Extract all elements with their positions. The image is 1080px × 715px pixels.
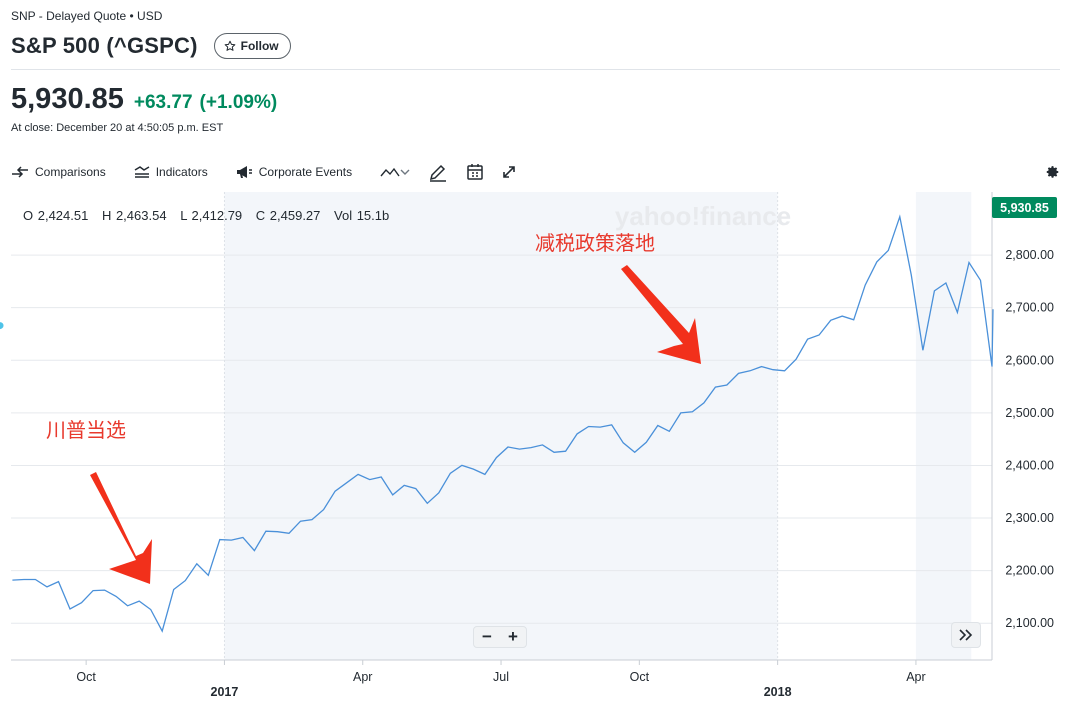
ohlc-high: H 2,463.54 xyxy=(101,208,167,223)
red-arrow-trump xyxy=(90,472,152,584)
x-tick-label: Jul xyxy=(493,670,509,684)
ohlc-readout: O 2,424.51 H 2,463.54 L 2,412.79 C 2,459… xyxy=(23,208,398,223)
ohlc-low: L 2,412.79 xyxy=(180,208,243,223)
megaphone-icon xyxy=(236,166,252,178)
y-tick-label: 2,600.00 xyxy=(1005,353,1054,367)
annotation-trump-elected: 川普当选 xyxy=(46,420,126,442)
ohlc-open: O 2,424.51 xyxy=(23,208,89,223)
quote-change: +63.77 xyxy=(133,92,193,113)
quote-row: 5,930.85 +63.77 (+1.09%) xyxy=(11,83,277,116)
y-tick-label: 2,800.00 xyxy=(1005,248,1054,262)
y-tick-label: 2,300.00 xyxy=(1005,511,1054,525)
last-price-dot xyxy=(0,322,4,330)
chart-area[interactable]: yahoo!finance 2,100.00 2,200.00 2,300.00 2,… xyxy=(0,192,1080,715)
x-tick-label: Apr xyxy=(906,670,925,684)
x-tick-label: 2018 xyxy=(764,685,792,699)
line-chart-type-icon xyxy=(380,167,400,177)
page-title: S&P 500 (^GSPC) xyxy=(11,33,198,58)
comparisons-button[interactable]: Comparisons xyxy=(11,158,106,186)
close-timestamp: At close: December 20 at 4:50:05 p.m. ES… xyxy=(11,122,224,134)
draw-button[interactable] xyxy=(428,158,448,186)
annotation-tax-cut: 减税政策落地 xyxy=(535,233,655,255)
zoom-out-button[interactable]: − xyxy=(475,628,499,646)
comparisons-label: Comparisons xyxy=(35,165,106,179)
calendar-icon xyxy=(467,164,483,180)
chevron-down-icon xyxy=(400,169,410,175)
gear-icon xyxy=(1046,166,1059,178)
x-tick-label: Oct xyxy=(630,670,650,684)
y-tick-label: 2,400.00 xyxy=(1005,458,1054,472)
y-tick-label: 2,700.00 xyxy=(1005,301,1054,315)
scroll-to-latest-button[interactable] xyxy=(951,622,981,648)
title-row: S&P 500 (^GSPC) Follow xyxy=(11,33,291,59)
corporate-events-label: Corporate Events xyxy=(258,165,353,179)
follow-label: Follow xyxy=(240,39,279,53)
price-chart[interactable]: yahoo!finance 2,100.002,200.002,300.002,… xyxy=(0,192,1080,715)
calendar-button[interactable] xyxy=(466,158,484,186)
chart-toolbar: Comparisons Indicators Corporate Events xyxy=(11,158,1060,186)
double-chevron-right-icon xyxy=(959,629,973,641)
indicators-label: Indicators xyxy=(155,165,208,179)
exchange-info: SNP - Delayed Quote • USD xyxy=(11,9,163,23)
star-icon xyxy=(224,40,235,51)
zoom-in-button[interactable]: + xyxy=(501,628,525,646)
header-divider xyxy=(11,69,1060,70)
y-tick-label: 2,100.00 xyxy=(1005,616,1054,630)
indicators-icon xyxy=(134,166,150,178)
settings-button[interactable] xyxy=(1046,158,1060,186)
x-tick-label: Apr xyxy=(353,670,372,684)
quote-change-percent: (+1.09%) xyxy=(199,92,278,113)
comparisons-icon xyxy=(12,166,28,178)
zoom-control: − + xyxy=(473,626,527,648)
ohlc-close: C 2,459.27 xyxy=(255,208,321,223)
price-badge-label: 5,930.85 xyxy=(1000,201,1049,215)
ohlc-volume: Vol 15.1b xyxy=(334,208,390,223)
y-tick-label: 2,500.00 xyxy=(1005,406,1054,420)
chart-type-dropdown[interactable] xyxy=(380,158,410,186)
y-tick-label: 2,200.00 xyxy=(1005,564,1054,578)
corporate-events-button[interactable]: Corporate Events xyxy=(236,158,352,186)
shaded-period xyxy=(224,192,778,660)
expand-button[interactable] xyxy=(502,158,516,186)
quote-price: 5,930.85 xyxy=(11,83,124,115)
shaded-period xyxy=(915,192,972,660)
indicators-button[interactable]: Indicators xyxy=(134,158,208,186)
follow-button[interactable]: Follow xyxy=(213,33,291,59)
expand-icon xyxy=(503,166,515,178)
x-tick-label: Oct xyxy=(76,670,96,684)
x-tick-label: 2017 xyxy=(211,685,239,699)
draw-icon xyxy=(430,164,447,182)
